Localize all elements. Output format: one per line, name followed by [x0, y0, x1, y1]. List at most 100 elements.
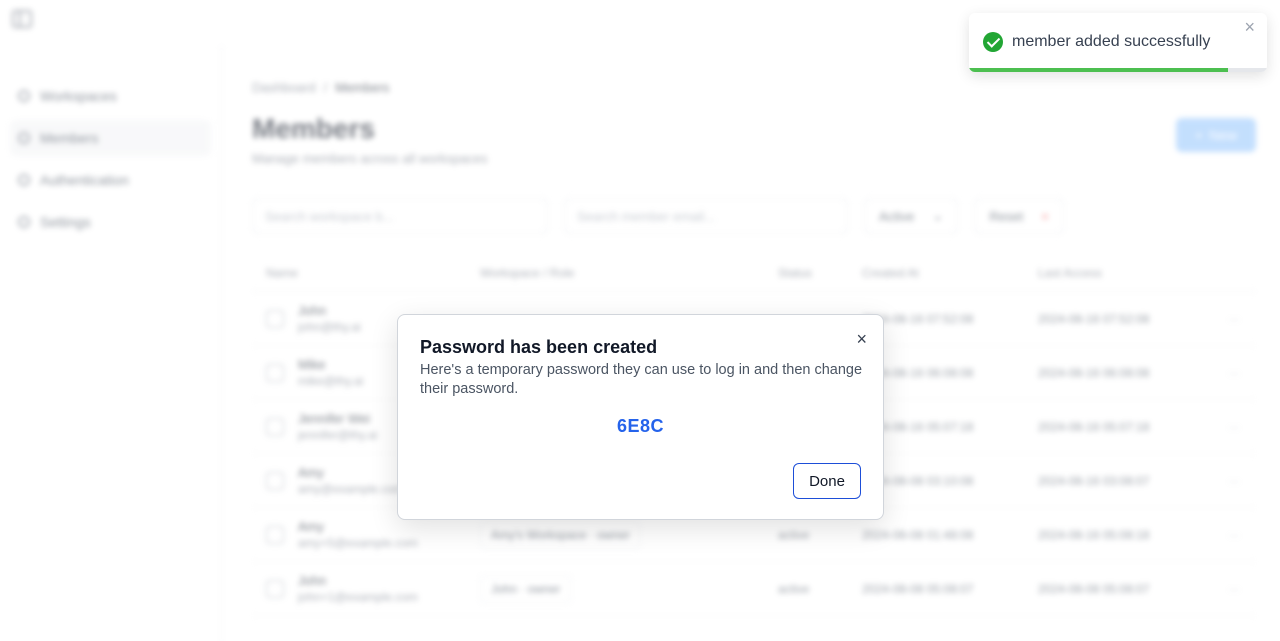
status-select[interactable]: Active ⌄: [864, 198, 959, 234]
reset-label: Reset: [989, 208, 1024, 224]
avatar: [266, 309, 284, 328]
member-cell: John john+1@example.com: [252, 573, 480, 604]
breadcrumb: Dashboard / Members: [252, 80, 1256, 95]
more-actions-icon[interactable]: ···: [1214, 420, 1254, 434]
member-email: john+1@example.com: [298, 590, 418, 604]
created-at-cell: 2024-08-16 06:08:08: [862, 365, 974, 380]
breadcrumb-current: Members: [335, 80, 390, 95]
check-circle-icon: [983, 32, 1003, 52]
column-header-name[interactable]: Name: [252, 266, 480, 280]
member-name: Mike: [298, 357, 326, 372]
page-title: Members: [252, 113, 375, 144]
member-cell: Amy amy+5@example.com: [252, 519, 480, 550]
avatar: [266, 363, 284, 382]
toast-progress-fill: [969, 68, 1229, 72]
toast-message: member added successfully: [1012, 33, 1211, 50]
user-icon: [18, 132, 30, 144]
more-actions-icon[interactable]: ···: [1214, 528, 1254, 542]
workspace-search-input[interactable]: Search workspace b...: [252, 198, 548, 234]
column-header-last-access[interactable]: Last Access: [1038, 266, 1214, 280]
workspace-cell: John · owner: [480, 574, 778, 603]
member-info: Amy amy@example.com: [298, 465, 404, 496]
member-email: jennifer@thy.ai: [298, 428, 378, 442]
member-name: John: [298, 303, 327, 318]
dialog-description: Here's a temporary password they can use…: [420, 362, 863, 397]
column-header-workspace[interactable]: Workspace / Role: [480, 266, 778, 280]
column-header-created[interactable]: Created At: [862, 266, 1038, 280]
plus-icon: +: [1194, 127, 1204, 143]
last-access-cell: 2024-08-16 05:08:18: [1038, 527, 1150, 542]
temporary-password: 6E8C: [616, 416, 665, 436]
workspace-chip[interactable]: Amy's Workspace · owner: [480, 520, 641, 549]
member-email: john@thy.ai: [298, 320, 361, 334]
last-access-cell: 2024-08-16 03:08:07: [1038, 473, 1150, 488]
member-name: Amy: [298, 519, 324, 534]
close-icon: ×: [1041, 208, 1049, 224]
status-cell[interactable]: active: [778, 582, 862, 596]
avatar: [266, 525, 284, 544]
table-row[interactable]: John john+1@example.com John · owner active…: [252, 562, 1256, 616]
workspace-chip[interactable]: John · owner: [480, 574, 572, 603]
dialog-title: Password has been created: [420, 337, 658, 357]
last-access-cell: 2024-08-16 06:08:08: [1038, 365, 1150, 380]
sidebar-toggle-icon[interactable]: [12, 10, 32, 28]
new-member-button[interactable]: + New: [1176, 118, 1256, 152]
column-header-status[interactable]: Status: [778, 266, 862, 280]
member-info: Mike mike@thy.ai: [298, 357, 363, 388]
filters-bar: Search workspace b... Search member emai…: [252, 198, 1256, 234]
last-access-cell: 2024-08-08 05:08:07: [1038, 581, 1150, 596]
toast-progress-track: [969, 68, 1267, 72]
last-access-cell: 2024-08-16 07:52:08: [1038, 311, 1150, 326]
sidebar: Workspaces Members Authentication Settin…: [0, 45, 222, 641]
toast-close-icon[interactable]: ×: [1244, 18, 1255, 36]
lock-icon: [18, 174, 30, 186]
member-name: Jennifer Wei: [298, 411, 371, 426]
more-actions-icon[interactable]: ···: [1214, 312, 1254, 326]
breadcrumb-dashboard[interactable]: Dashboard: [252, 80, 316, 95]
status-cell[interactable]: active: [778, 528, 862, 542]
workspace-cell: Amy's Workspace · owner: [480, 520, 778, 549]
member-name: Amy: [298, 465, 324, 480]
last-access-cell: 2024-08-16 05:07:18: [1038, 419, 1150, 434]
more-actions-icon[interactable]: ···: [1214, 474, 1254, 488]
member-email: mike@thy.ai: [298, 374, 364, 388]
sidebar-item-label: Workspaces: [40, 88, 117, 104]
table-header: Name Workspace / Role Status Created At …: [252, 254, 1256, 292]
sidebar-item-members[interactable]: Members: [10, 120, 211, 156]
chevron-down-icon: ⌄: [932, 208, 944, 223]
created-at-cell: 2024-08-16 07:52:08: [862, 311, 974, 326]
dialog-close-icon[interactable]: ×: [856, 330, 867, 348]
new-button-label: New: [1209, 127, 1238, 143]
sidebar-item-workspaces[interactable]: Workspaces: [10, 78, 211, 114]
avatar: [266, 417, 284, 436]
member-info: Amy amy+5@example.com: [298, 519, 418, 550]
breadcrumb-separator: /: [323, 80, 328, 95]
gear-icon: [18, 216, 30, 228]
sidebar-item-authentication[interactable]: Authentication: [10, 162, 211, 198]
reset-button[interactable]: Reset ×: [974, 198, 1064, 234]
created-at-cell: 2024-08-16 05:07:18: [862, 419, 974, 434]
created-at-cell: 2024-08-08 01:48:08: [862, 527, 974, 542]
sidebar-item-label: Members: [40, 130, 99, 146]
password-created-dialog: Password has been created × Here's a tem…: [397, 314, 884, 520]
more-actions-icon[interactable]: ···: [1214, 366, 1254, 380]
done-button[interactable]: Done: [793, 463, 861, 499]
sidebar-item-label: Settings: [40, 214, 91, 230]
member-info: John john+1@example.com: [298, 573, 418, 604]
success-toast: member added successfully ×: [969, 13, 1267, 72]
member-info: John john@thy.ai: [298, 303, 361, 334]
member-email: amy@example.com: [298, 482, 405, 496]
created-at-cell: 2024-08-08 05:08:07: [862, 581, 974, 596]
sidebar-item-label: Authentication: [40, 172, 129, 188]
more-actions-icon[interactable]: ···: [1214, 582, 1254, 596]
avatar: [266, 579, 284, 598]
page-subtitle: Manage members across all workspaces: [252, 151, 488, 166]
avatar: [266, 471, 284, 490]
status-select-label: Active: [879, 208, 915, 224]
sidebar-item-settings[interactable]: Settings: [10, 204, 211, 240]
member-name: John: [298, 573, 327, 588]
member-search-input[interactable]: Search member email...: [564, 198, 848, 234]
created-at-cell: 2024-08-08 03:10:08: [862, 473, 974, 488]
member-info: Jennifer Wei jennifer@thy.ai: [298, 411, 377, 442]
grid-icon: [18, 90, 30, 102]
